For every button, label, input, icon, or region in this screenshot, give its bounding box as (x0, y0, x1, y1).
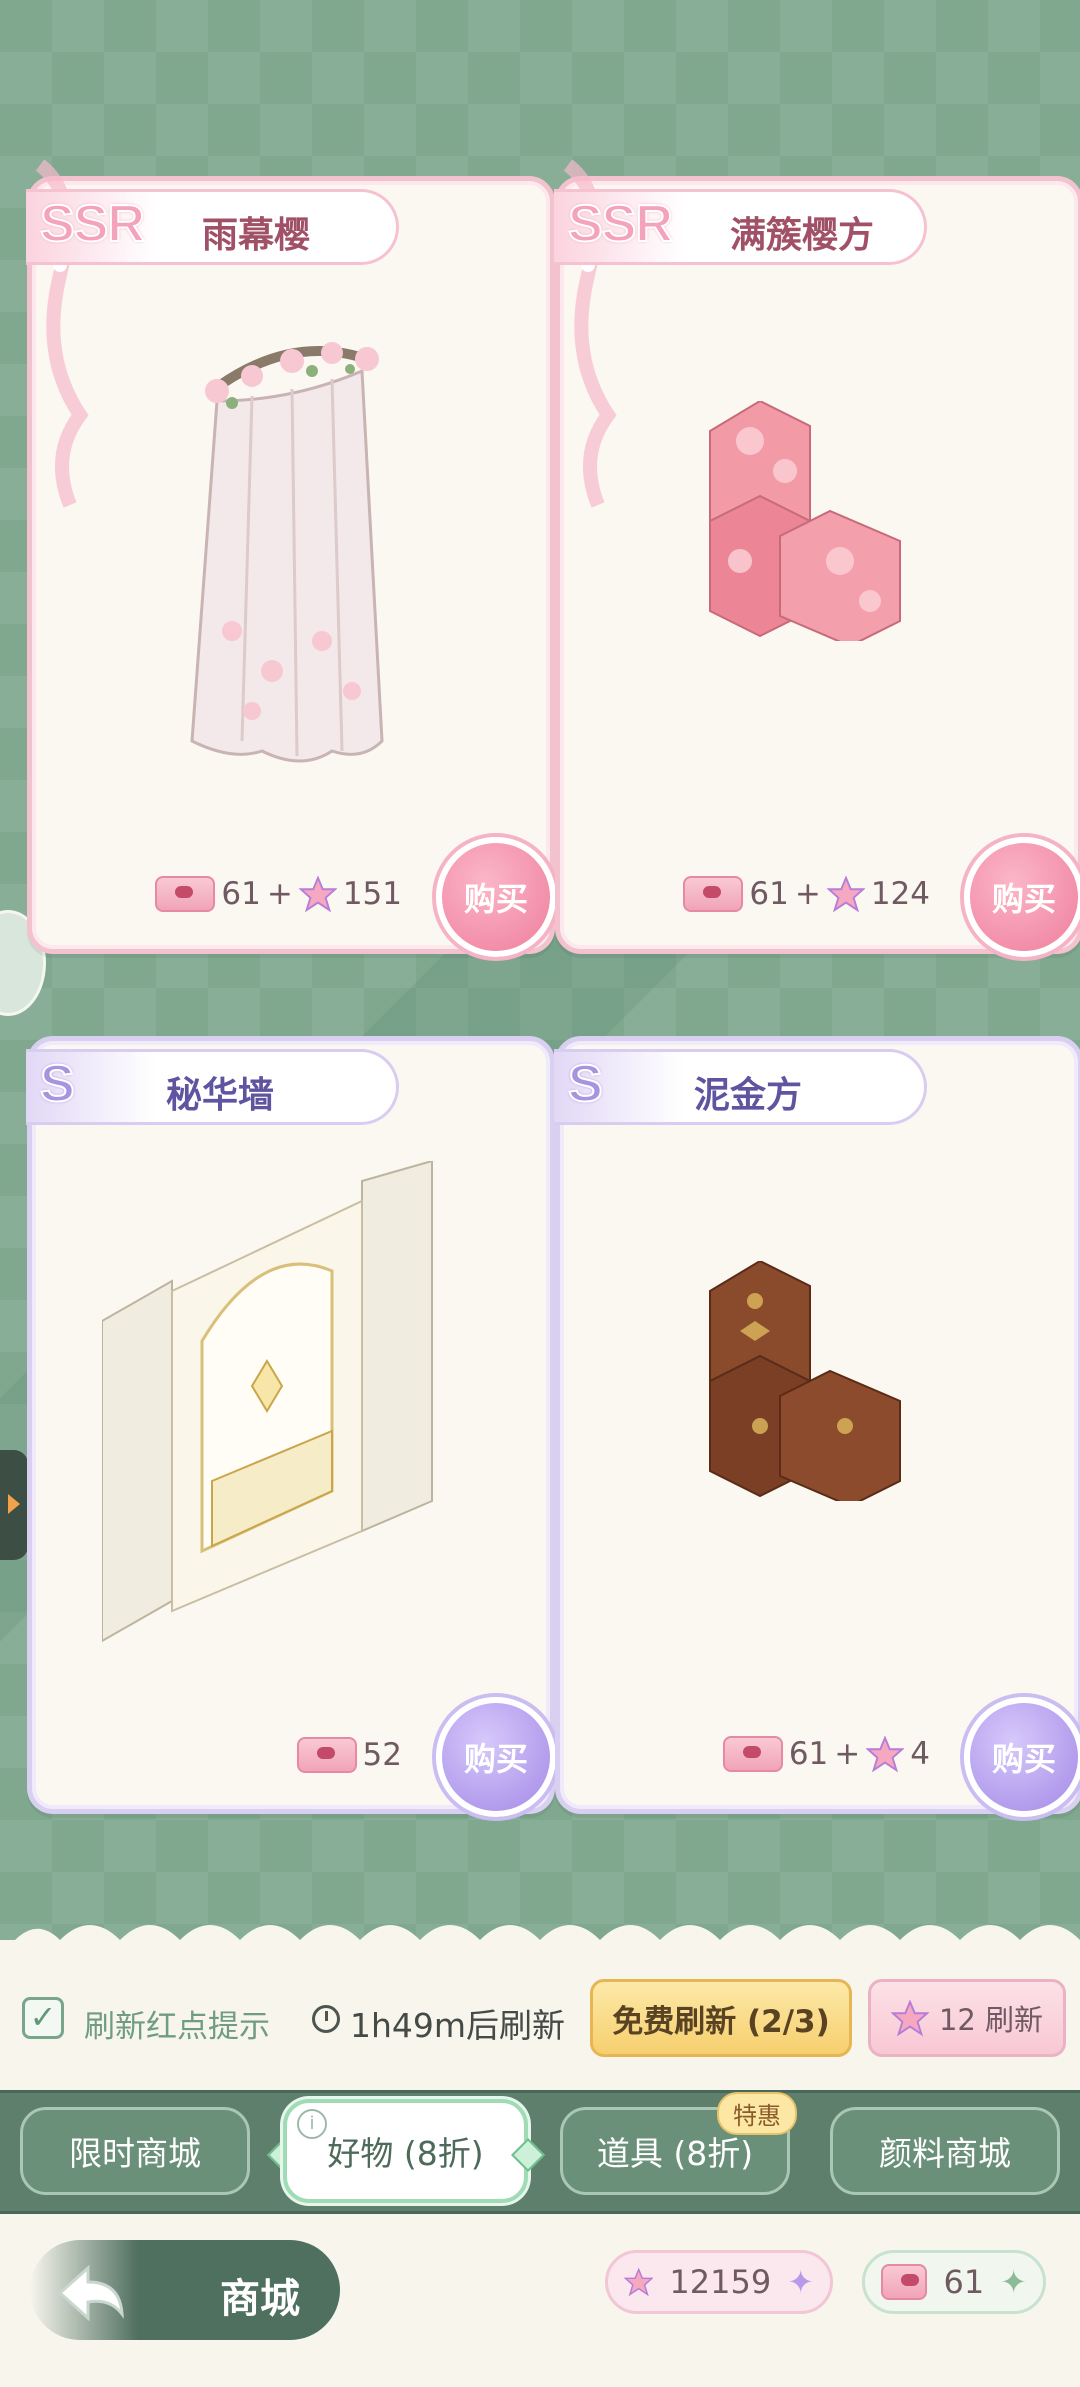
card-header: S 秘华墙 (26, 1049, 399, 1125)
refresh-timer: 1h49m后刷新 (350, 2006, 566, 2045)
price-row: 61 + 151 (155, 875, 402, 913)
rarity-badge: S (39, 1054, 76, 1114)
buy-button[interactable]: 购买 (964, 1697, 1080, 1817)
star-icon (624, 2267, 654, 2297)
paid-refresh-button[interactable]: 12 刷新 (868, 1979, 1066, 2057)
shop-card-4[interactable]: S 泥金方 61 + 4 购买 (554, 1036, 1080, 1817)
tab-props[interactable]: 道具 (8折) 特惠 (560, 2092, 797, 2195)
star-icon (298, 875, 337, 913)
red-dot-label: 刷新红点提示 (84, 2009, 270, 2045)
plus-sign: + (794, 876, 821, 912)
sakura-curtain-image (190, 342, 384, 763)
star-icon (890, 1999, 929, 2037)
buy-button[interactable]: 购买 (436, 1697, 556, 1817)
price-row: 61 + 4 (722, 1735, 930, 1773)
tab-limited-shop[interactable]: 限时商城 (20, 2107, 250, 2195)
tab-paint-shop[interactable]: 颜料商城 (830, 2107, 1060, 2195)
ornate-wall-image (102, 1161, 433, 1643)
nav-row: 商城 12159 ✦ 61 ✦ (0, 2228, 1080, 2358)
plus-sign: + (266, 876, 293, 912)
info-icon[interactable]: i (297, 2109, 327, 2139)
refresh-row: ✓ 刷新红点提示 1h49m后刷新 免费刷新 (2/3) 12 刷新 (0, 1975, 1080, 2065)
star-cost: 4 (910, 1736, 930, 1772)
buy-button[interactable]: 购买 (964, 837, 1080, 957)
item-name: 满簇樱方 (730, 215, 875, 256)
coupon-icon (881, 2264, 928, 2300)
item-name: 泥金方 (694, 1075, 803, 1116)
add-stars-icon[interactable]: ✦ (787, 2263, 814, 2301)
coupon-balance-value: 61 (943, 2263, 985, 2301)
tab-label: 限时商城 (69, 2134, 201, 2173)
plus-sign: + (834, 1736, 861, 1772)
item-name: 秘华墙 (166, 1075, 275, 1116)
price-row: 52 (296, 1737, 402, 1773)
shop-tab-bar: 限时商城 i 好物 (8折) 道具 (8折) 特惠 颜料商城 (0, 2090, 1080, 2214)
star-icon (866, 1735, 905, 1773)
card-header: SSR 雨幕樱 (26, 189, 399, 265)
special-offer-badge: 特惠 (717, 2092, 797, 2135)
lace-border (0, 1925, 1080, 1960)
side-expand-arrow-icon[interactable] (0, 1450, 28, 1560)
sakura-block-image (709, 401, 901, 641)
star-balance-value: 12159 (669, 2263, 772, 2301)
tab-label: 好物 (8折) (327, 2134, 484, 2173)
star-cost: 124 (870, 876, 930, 912)
free-refresh-button[interactable]: 免费刷新 (2/3) (590, 1979, 852, 2057)
free-refresh-label: 免费刷新 (2/3) (612, 2003, 830, 2040)
tab-goods[interactable]: i 好物 (8折) (283, 2099, 528, 2203)
page-title: 商城 (220, 2276, 300, 2322)
coupon-icon (722, 1736, 783, 1772)
shop-card-1[interactable]: SSR 雨幕樱 61 + 151 购买 (26, 159, 556, 957)
buy-button[interactable]: 购买 (436, 837, 556, 957)
card-header: S 泥金方 (554, 1049, 927, 1125)
shop-card-2[interactable]: SSR 满簇樱方 61 + 124 购买 (554, 159, 1080, 957)
rarity-badge: SSR (39, 194, 146, 254)
coupon-icon (155, 876, 216, 912)
star-balance[interactable]: 12159 ✦ (605, 2250, 833, 2314)
coupon-cost: 61 (221, 876, 261, 912)
star-icon (826, 875, 865, 913)
item-name: 雨幕樱 (202, 215, 311, 256)
coupon-cost: 61 (749, 876, 789, 912)
paid-refresh-label: 12 刷新 (938, 2003, 1044, 2037)
coupon-cost: 61 (788, 1736, 829, 1772)
clock-icon (312, 2005, 340, 2033)
tab-label: 颜料商城 (879, 2134, 1011, 2173)
back-arrow-icon (57, 2264, 124, 2322)
star-cost: 151 (342, 876, 402, 912)
red-dot-checkbox[interactable]: ✓ (22, 1997, 64, 2039)
coupon-icon (296, 1737, 357, 1773)
card-header: SSR 满簇樱方 (554, 189, 927, 265)
coupon-balance[interactable]: 61 ✦ (862, 2250, 1046, 2314)
price-row: 61 + 124 (683, 875, 930, 913)
add-coupons-icon[interactable]: ✦ (1000, 2263, 1027, 2301)
coupon-cost: 52 (362, 1737, 402, 1773)
gilded-block-image (709, 1261, 901, 1501)
back-button[interactable]: 商城 (30, 2240, 340, 2340)
coupon-icon (683, 876, 744, 912)
tab-label: 道具 (8折) (596, 2134, 754, 2173)
rarity-badge: SSR (567, 194, 674, 254)
shop-card-3[interactable]: S 秘华墙 52 购买 (26, 1036, 556, 1817)
rarity-badge: S (567, 1054, 604, 1114)
